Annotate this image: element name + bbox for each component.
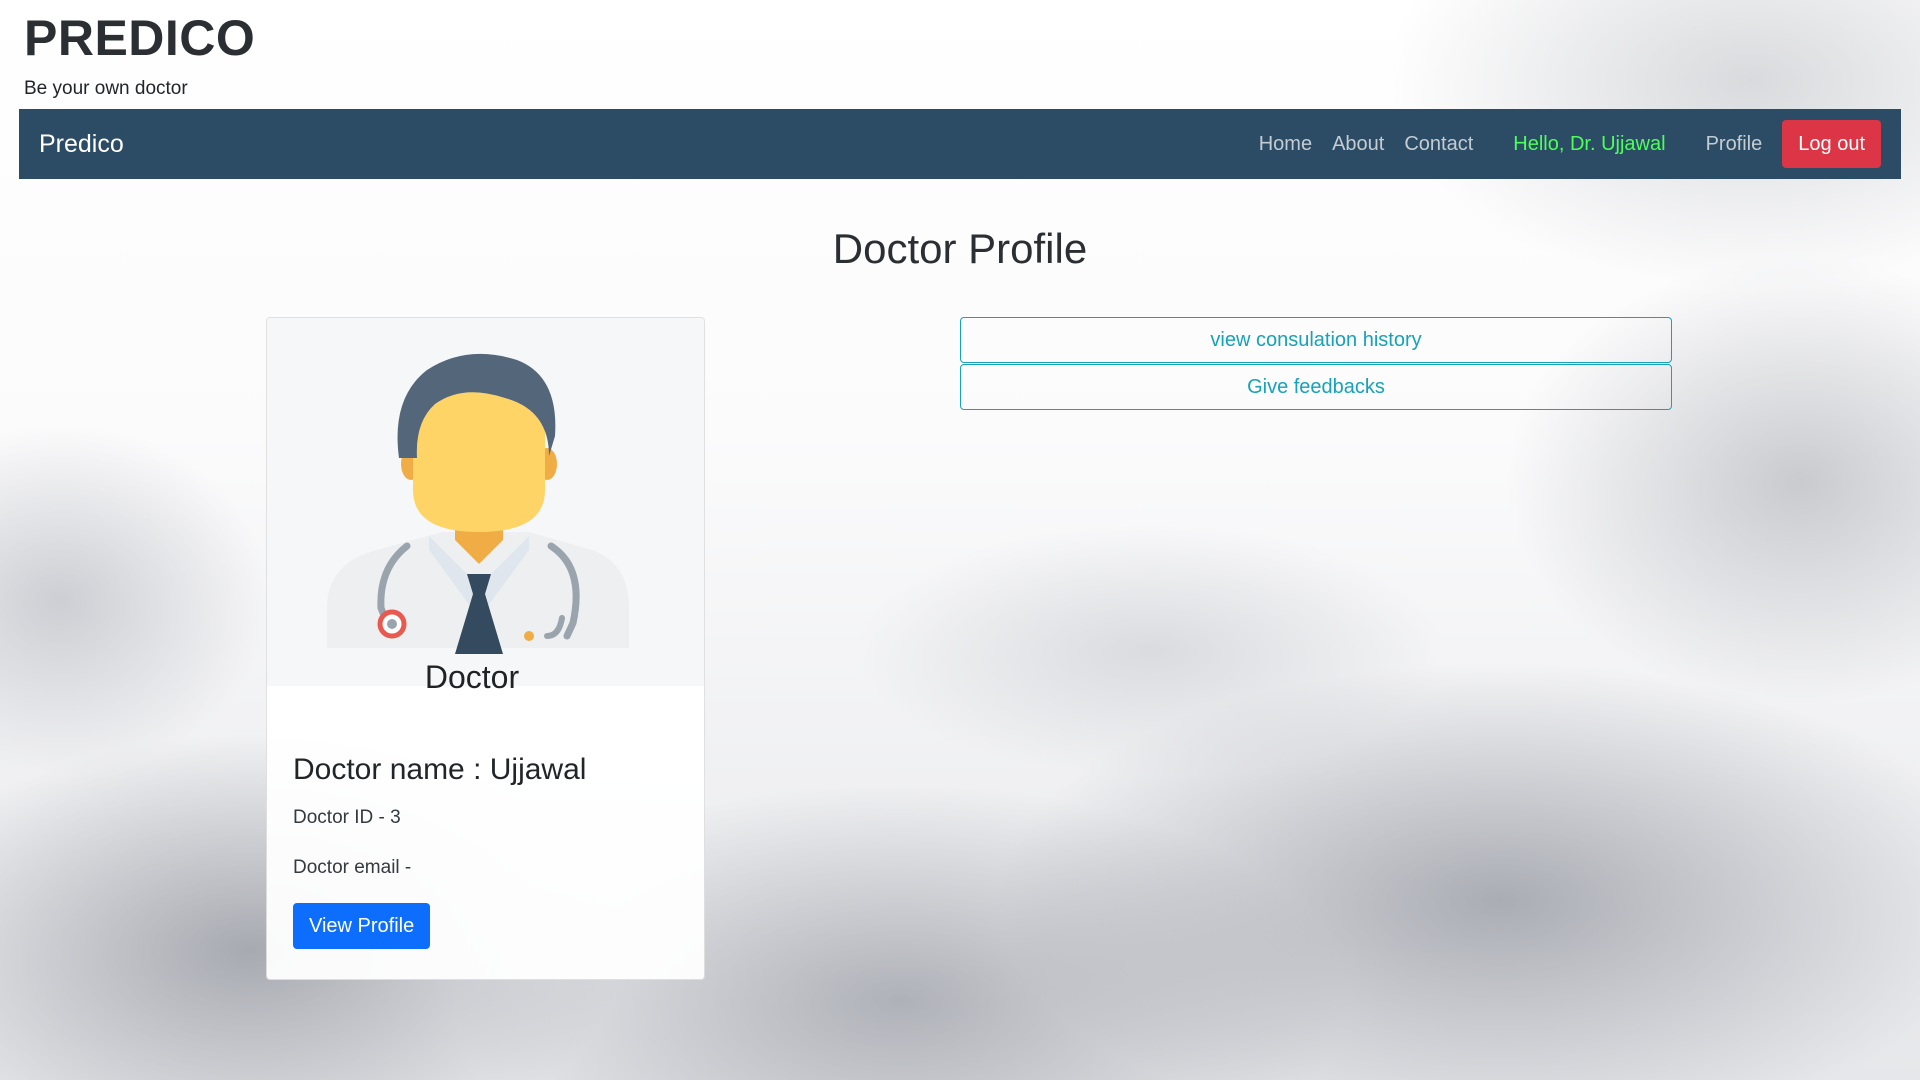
doctor-id: Doctor ID - 3 bbox=[293, 807, 401, 828]
doctor-image: Doctor bbox=[267, 318, 704, 695]
give-feedbacks-button[interactable]: Give feedbacks bbox=[960, 364, 1672, 410]
doctor-name: Doctor name : Ujjawal bbox=[293, 753, 587, 786]
nav-home-link[interactable]: Home bbox=[1249, 133, 1322, 156]
site-header: PREDICO Be your own doctor bbox=[24, 8, 255, 100]
doctor-email: Doctor email - bbox=[293, 857, 412, 878]
doctor-profile-card: Doctor Doctor name : Ujjawal Doctor ID -… bbox=[266, 317, 705, 980]
nav-about-link[interactable]: About bbox=[1322, 133, 1394, 156]
view-profile-button[interactable]: View Profile bbox=[293, 903, 431, 949]
card-body: Doctor name : Ujjawal Doctor ID - 3 Doct… bbox=[293, 753, 683, 949]
page-title: Doctor Profile bbox=[832, 225, 1088, 272]
nav-contact-link[interactable]: Contact bbox=[1394, 133, 1483, 156]
site-title: PREDICO bbox=[24, 10, 256, 66]
doctor-avatar-icon bbox=[267, 318, 704, 686]
logout-button[interactable]: Log out bbox=[1782, 120, 1881, 168]
top-navbar: Predico Home About Contact Hello, Dr. Uj… bbox=[19, 109, 1901, 179]
nav-links: Home About Contact Hello, Dr. Ujjawal Pr… bbox=[1249, 120, 1881, 168]
nav-profile-link[interactable]: Profile bbox=[1696, 133, 1773, 156]
navbar-brand[interactable]: Predico bbox=[39, 130, 124, 159]
site-tagline: Be your own doctor bbox=[24, 78, 188, 99]
image-caption: Doctor bbox=[424, 659, 520, 695]
view-consultation-history-button[interactable]: view consulation history bbox=[960, 317, 1672, 363]
user-greeting: Hello, Dr. Ujjawal bbox=[1513, 132, 1666, 155]
